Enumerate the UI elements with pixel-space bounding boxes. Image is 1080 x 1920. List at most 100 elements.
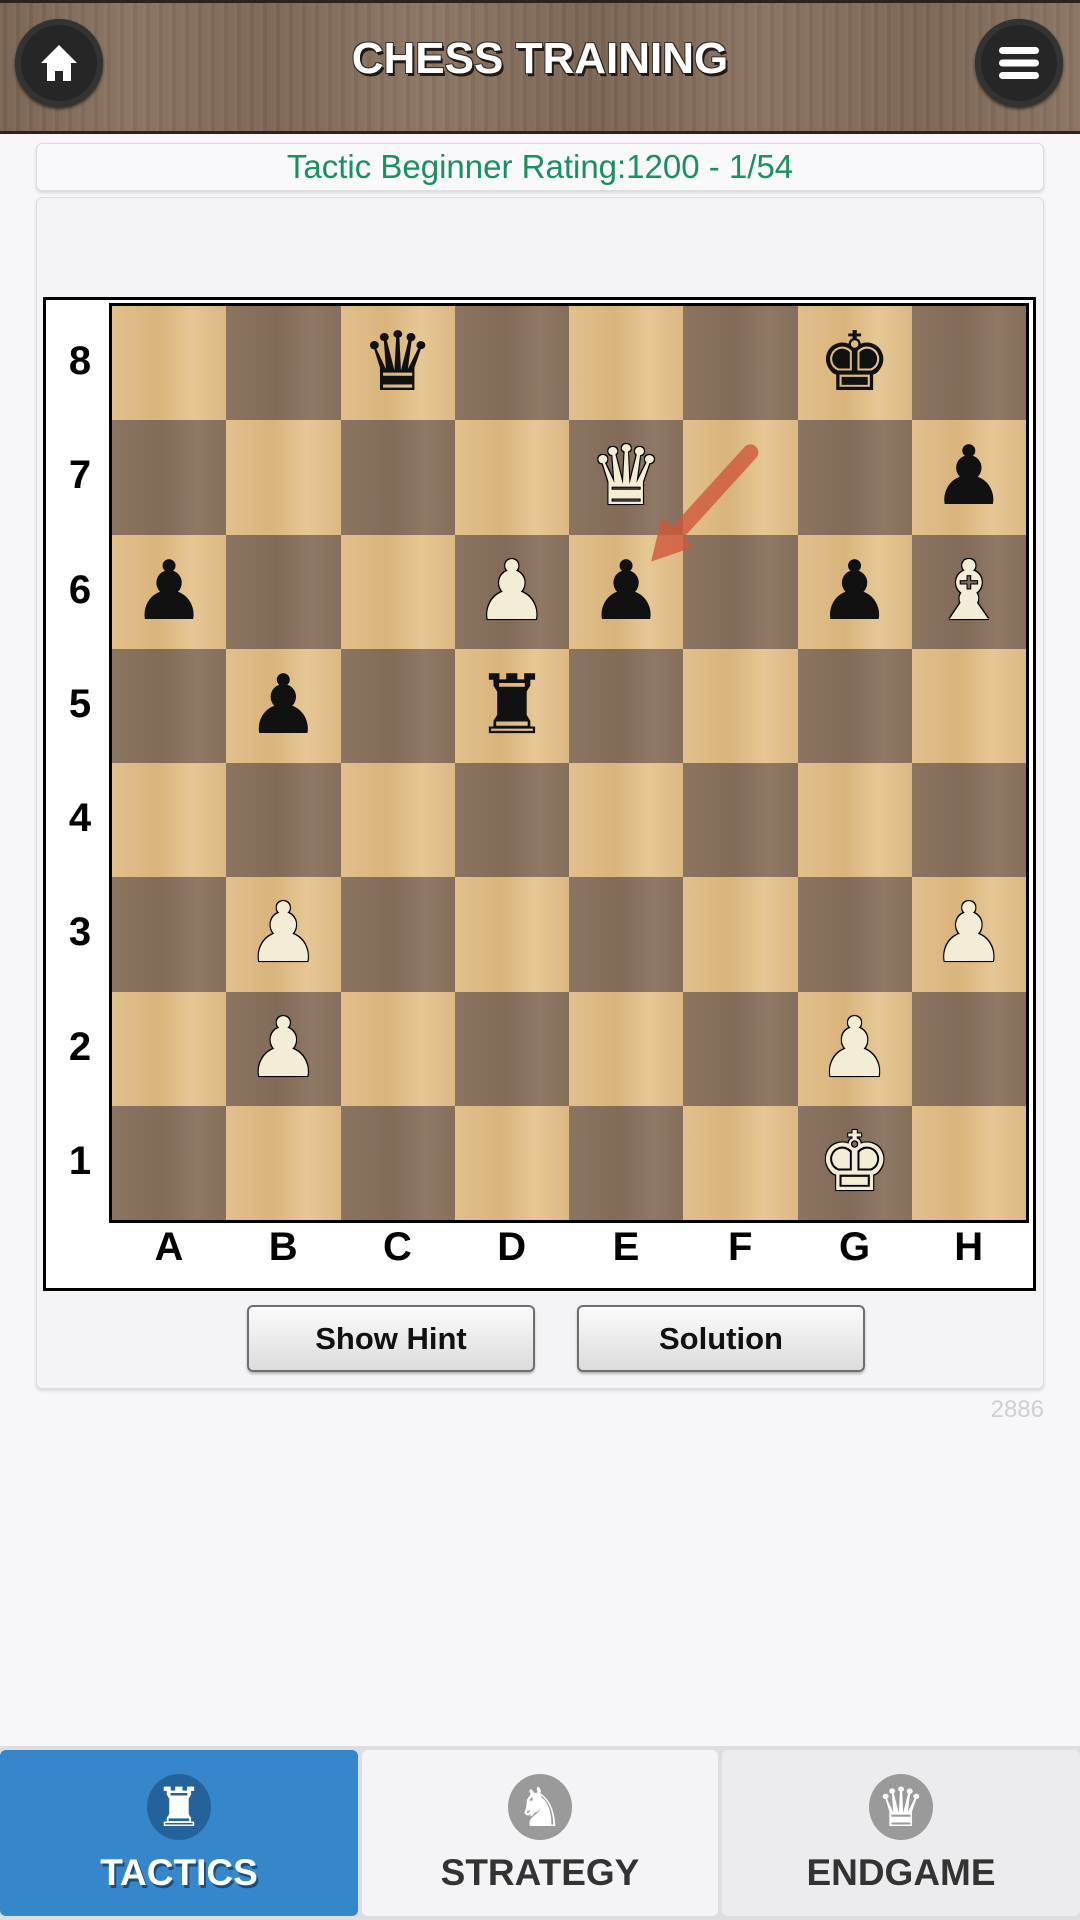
white-pawn-piece[interactable]: ♟ [932, 893, 1006, 975]
black-pawn-piece[interactable]: ♟ [247, 664, 321, 747]
square-g8[interactable]: ♚ [797, 306, 912, 421]
black-queen-piece[interactable]: ♛ [361, 322, 435, 404]
black-rook-piece[interactable]: ♜ [475, 664, 549, 747]
black-pawn-piece[interactable]: ♟ [932, 436, 1006, 518]
black-pawn-piece[interactable]: ♟ [132, 550, 206, 633]
square-f6[interactable] [683, 534, 798, 649]
tab-endgame[interactable]: ♛ ENDGAME [722, 1750, 1080, 1916]
square-c4[interactable] [340, 763, 455, 878]
square-h7[interactable]: ♟ [911, 420, 1026, 535]
square-e3[interactable] [569, 877, 684, 992]
square-g6[interactable]: ♟ [797, 534, 912, 649]
square-h3[interactable]: ♟ [911, 877, 1026, 992]
square-g7[interactable] [797, 420, 912, 535]
rank-label: 7 [68, 453, 92, 498]
square-b3[interactable]: ♟ [226, 877, 341, 992]
square-a3[interactable] [112, 877, 227, 992]
page-title: CHESS TRAINING [351, 34, 729, 83]
square-d2[interactable] [454, 991, 569, 1106]
white-queen-piece[interactable]: ♛ [589, 436, 663, 518]
square-b1[interactable] [226, 1105, 341, 1220]
square-b8[interactable] [226, 306, 341, 421]
square-b4[interactable] [226, 763, 341, 878]
square-d1[interactable] [454, 1105, 569, 1220]
square-d5[interactable]: ♜ [454, 648, 569, 763]
square-f1[interactable] [683, 1105, 798, 1220]
square-f3[interactable] [683, 877, 798, 992]
square-d6[interactable]: ♟ [454, 534, 569, 649]
square-a1[interactable] [112, 1105, 227, 1220]
square-e1[interactable] [569, 1105, 684, 1220]
square-a8[interactable] [112, 306, 227, 421]
white-pawn-piece[interactable]: ♟ [818, 1007, 892, 1090]
square-d7[interactable] [454, 420, 569, 535]
file-label: D [497, 1225, 527, 1269]
square-c8[interactable]: ♛ [340, 306, 455, 421]
black-pawn-piece[interactable]: ♟ [589, 550, 663, 633]
square-d8[interactable] [454, 306, 569, 421]
square-c1[interactable] [340, 1105, 455, 1220]
rank-label: 1 [68, 1138, 92, 1183]
square-f8[interactable] [683, 306, 798, 421]
file-label: A [154, 1225, 184, 1269]
square-b5[interactable]: ♟ [226, 648, 341, 763]
square-g3[interactable] [797, 877, 912, 992]
square-h1[interactable] [911, 1105, 1026, 1220]
square-a7[interactable] [112, 420, 227, 535]
rank-label: 8 [68, 339, 92, 384]
square-e2[interactable] [569, 991, 684, 1106]
square-h5[interactable] [911, 648, 1026, 763]
square-g2[interactable]: ♟ [797, 991, 912, 1106]
square-g1[interactable]: ♚ [797, 1105, 912, 1220]
black-king-piece[interactable]: ♚ [818, 322, 892, 404]
square-e8[interactable] [569, 306, 684, 421]
black-pawn-piece[interactable]: ♟ [818, 550, 892, 633]
chess-board[interactable]: ♛ ♚ ♛ ♟ ♟ ♟ ♟ ♟ ♝ ♟ ♜ ♟ ♟ ♟ ♟ ♚ [109, 303, 1029, 1223]
square-e7[interactable]: ♛ [569, 420, 684, 535]
square-c5[interactable] [340, 648, 455, 763]
menu-button[interactable] [975, 19, 1063, 107]
rating-banner: Tactic Beginner Rating:1200 - 1/54 [36, 143, 1044, 191]
square-h4[interactable] [911, 763, 1026, 878]
knight-icon: ♞ [508, 1774, 572, 1840]
square-f5[interactable] [683, 648, 798, 763]
square-a4[interactable] [112, 763, 227, 878]
square-c7[interactable] [340, 420, 455, 535]
rank-label: 5 [68, 681, 92, 726]
square-c2[interactable] [340, 991, 455, 1106]
square-d3[interactable] [454, 877, 569, 992]
square-b7[interactable] [226, 420, 341, 535]
square-b6[interactable] [226, 534, 341, 649]
square-a5[interactable] [112, 648, 227, 763]
white-pawn-piece[interactable]: ♟ [247, 893, 321, 975]
square-b2[interactable]: ♟ [226, 991, 341, 1106]
tab-tactics[interactable]: ♜ TACTICS [0, 1750, 358, 1916]
square-g5[interactable] [797, 648, 912, 763]
square-h6[interactable]: ♝ [911, 534, 1026, 649]
square-h2[interactable] [911, 991, 1026, 1106]
white-pawn-piece[interactable]: ♟ [475, 550, 549, 633]
solution-button[interactable]: Solution [577, 1305, 865, 1372]
square-a6[interactable]: ♟ [112, 534, 227, 649]
square-f4[interactable] [683, 763, 798, 878]
square-e5[interactable] [569, 648, 684, 763]
tab-strategy[interactable]: ♞ STRATEGY [362, 1750, 718, 1916]
square-c3[interactable] [340, 877, 455, 992]
square-h8[interactable] [911, 306, 1026, 421]
square-c6[interactable] [340, 534, 455, 649]
white-king-piece[interactable]: ♚ [818, 1121, 892, 1204]
square-e4[interactable] [569, 763, 684, 878]
square-g4[interactable] [797, 763, 912, 878]
square-f2[interactable] [683, 991, 798, 1106]
rank-label: 3 [68, 910, 92, 955]
rank-label: 2 [68, 1024, 92, 1069]
queen-icon: ♛ [869, 1774, 933, 1840]
puzzle-id-counter: 2886 [990, 1396, 1044, 1423]
white-bishop-piece[interactable]: ♝ [932, 550, 1006, 633]
square-e6[interactable]: ♟ [569, 534, 684, 649]
white-pawn-piece[interactable]: ♟ [247, 1007, 321, 1090]
square-d4[interactable] [454, 763, 569, 878]
show-hint-button[interactable]: Show Hint [247, 1305, 535, 1372]
square-a2[interactable] [112, 991, 227, 1106]
square-f7[interactable] [683, 420, 798, 535]
